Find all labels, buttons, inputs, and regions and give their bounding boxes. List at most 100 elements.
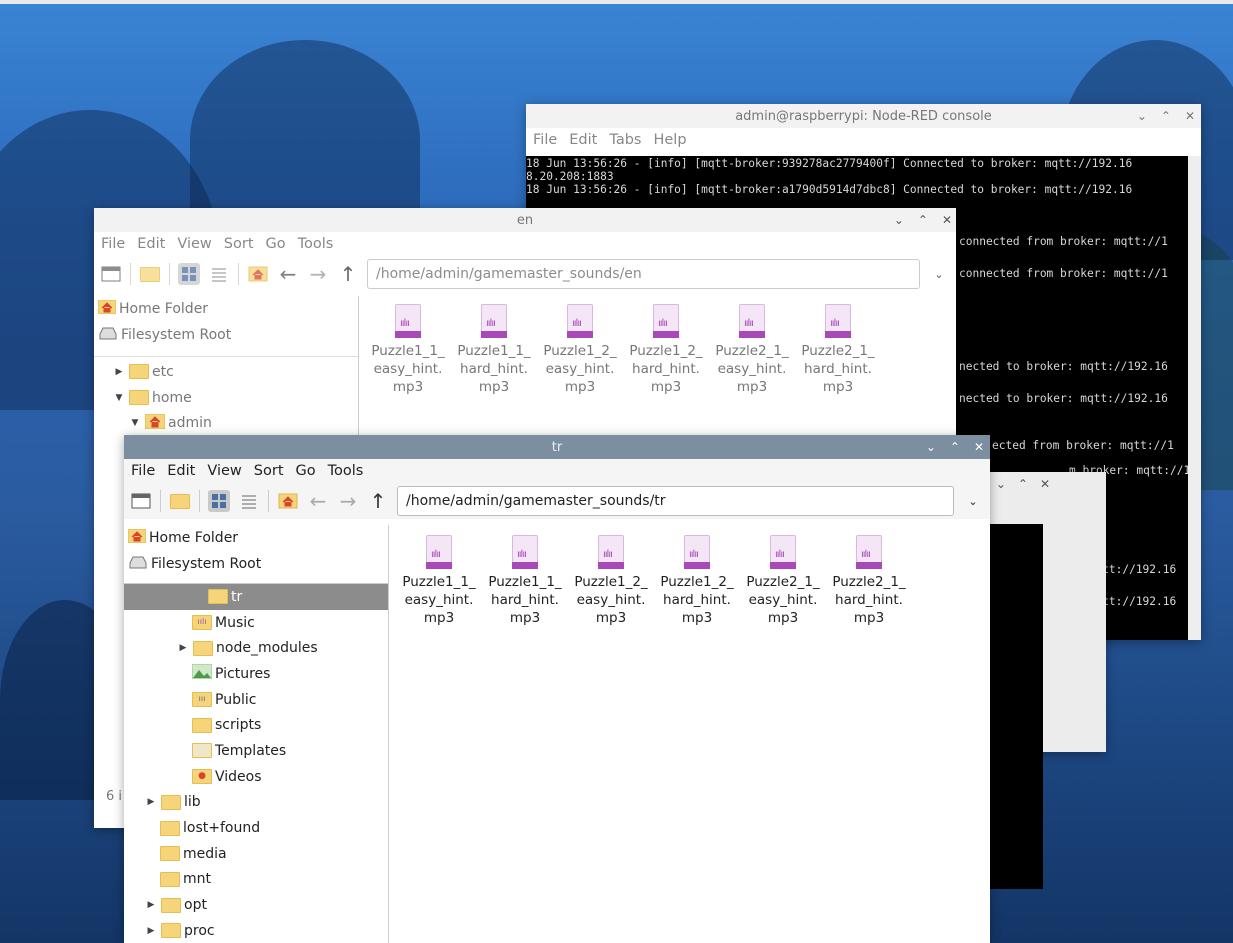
expand-arrow-icon[interactable]: ▶ <box>144 926 158 936</box>
expand-arrow-icon[interactable]: ▶ <box>112 367 126 377</box>
file-name-line: hard_hint. <box>835 592 903 608</box>
taskbar[interactable] <box>0 0 1233 4</box>
collapse-arrow-icon[interactable]: ▼ <box>112 393 126 403</box>
folder-icon <box>160 820 180 836</box>
place-home-folder[interactable]: Home Folder <box>94 296 358 322</box>
minimize-button[interactable]: ⌄ <box>926 440 936 454</box>
new-window-icon[interactable] <box>130 490 152 512</box>
place-home-folder[interactable]: Home Folder <box>124 525 388 551</box>
icon-view-icon[interactable] <box>178 263 200 285</box>
menu-file[interactable]: File <box>101 236 125 252</box>
en-titlebar[interactable]: en ⌄ ⌃ ✕ <box>94 208 956 232</box>
back-arrow-icon[interactable]: ← <box>277 262 299 286</box>
terminal-line: ected from broker: mqtt://1 <box>992 439 1174 452</box>
tree-item-lost-found[interactable]: lost+found <box>124 815 388 841</box>
tree-item-opt[interactable]: ▶ opt <box>124 892 388 918</box>
tr-address-bar[interactable]: /home/admin/gamemaster_sounds/tr <box>397 486 954 516</box>
file-item[interactable]: ıılıı Puzzle1_2_ easy_hint. mp3 <box>568 535 654 627</box>
tree-item-pictures[interactable]: Pictures <box>124 661 388 687</box>
terminal-scrollbar[interactable] <box>1188 156 1201 640</box>
background-window-terminal <box>988 524 1043 889</box>
list-view-icon[interactable] <box>208 263 230 285</box>
en-address-bar[interactable]: /home/admin/gamemaster_sounds/en <box>367 259 920 289</box>
menu-edit[interactable]: Edit <box>137 236 165 252</box>
file-item[interactable]: ıılıı Puzzle1_2_ hard_hint. mp3 <box>623 304 709 396</box>
chevron-down-icon[interactable]: ⌄ <box>928 263 950 285</box>
menu-view[interactable]: View <box>177 236 211 252</box>
maximize-button[interactable]: ⌃ <box>950 440 960 454</box>
collapse-arrow-icon[interactable]: ▼ <box>128 418 142 428</box>
minimize-button[interactable]: ⌄ <box>996 477 1006 491</box>
maximize-button[interactable]: ⌃ <box>1018 477 1028 491</box>
place-filesystem-root[interactable]: Filesystem Root <box>124 551 388 577</box>
menu-go[interactable]: Go <box>266 236 286 252</box>
tree-item-templates[interactable]: Templates <box>124 738 388 764</box>
tree-item-videos[interactable]: ● Videos <box>124 764 388 790</box>
menu-sort[interactable]: Sort <box>254 463 284 479</box>
tr-file-manager-window[interactable]: tr ⌄ ⌃ ✕ File Edit View Sort Go Tools ← … <box>124 435 990 943</box>
menu-view[interactable]: View <box>207 463 241 479</box>
file-item[interactable]: ıılıı Puzzle1_1_ easy_hint. mp3 <box>365 304 451 396</box>
minimize-button[interactable]: ⌄ <box>1137 109 1147 123</box>
tree-item-tr[interactable]: tr <box>124 584 388 610</box>
close-button[interactable]: ✕ <box>974 440 984 454</box>
menu-tabs[interactable]: Tabs <box>609 132 641 148</box>
file-item[interactable]: ıılıı Puzzle2_1_ easy_hint. mp3 <box>740 535 826 627</box>
minimize-button[interactable]: ⌄ <box>894 213 904 227</box>
tree-item-mnt[interactable]: mnt <box>124 867 388 893</box>
file-item[interactable]: ıılıı Puzzle2_1_ hard_hint. mp3 <box>826 535 912 627</box>
back-arrow-icon[interactable]: ← <box>307 489 329 513</box>
new-window-icon[interactable] <box>100 263 122 285</box>
tree-item-etc[interactable]: ▶ etc <box>94 359 358 385</box>
expand-arrow-icon[interactable]: ▶ <box>144 900 158 910</box>
menu-edit[interactable]: Edit <box>167 463 195 479</box>
menu-file[interactable]: File <box>533 132 557 148</box>
maximize-button[interactable]: ⌃ <box>1161 109 1171 123</box>
close-button[interactable]: ✕ <box>1185 109 1195 123</box>
tree-item-admin[interactable]: ▼ admin <box>94 410 358 436</box>
up-arrow-icon[interactable]: ↑ <box>337 262 359 286</box>
tr-titlebar[interactable]: tr ⌄ ⌃ ✕ <box>124 435 990 459</box>
home-icon[interactable] <box>277 490 299 512</box>
forward-arrow-icon[interactable]: → <box>337 489 359 513</box>
home-icon[interactable] <box>247 263 269 285</box>
file-item[interactable]: ıılıı Puzzle1_1_ easy_hint. mp3 <box>396 535 482 627</box>
place-filesystem-root[interactable]: Filesystem Root <box>94 322 358 348</box>
menu-edit[interactable]: Edit <box>569 132 597 148</box>
tree-item-scripts[interactable]: scripts <box>124 712 388 738</box>
up-arrow-icon[interactable]: ↑ <box>367 489 389 513</box>
new-folder-icon[interactable] <box>169 490 191 512</box>
tree-item-node-modules[interactable]: ▶ node_modules <box>124 635 388 661</box>
file-item[interactable]: ıılıı Puzzle2_1_ easy_hint. mp3 <box>709 304 795 396</box>
file-item[interactable]: ıılıı Puzzle1_2_ easy_hint. mp3 <box>537 304 623 396</box>
tree-item-home[interactable]: ▼ home <box>94 385 358 411</box>
forward-arrow-icon[interactable]: → <box>307 262 329 286</box>
file-item[interactable]: ıılıı Puzzle1_1_ hard_hint. mp3 <box>482 535 568 627</box>
tree-item-media[interactable]: media <box>124 841 388 867</box>
tree-item-proc[interactable]: ▶ proc <box>124 918 388 943</box>
tree-item-lib[interactable]: ▶ lib <box>124 790 388 816</box>
menu-go[interactable]: Go <box>296 463 316 479</box>
close-button[interactable]: ✕ <box>942 213 952 227</box>
chevron-down-icon[interactable]: ⌄ <box>962 490 984 512</box>
file-item[interactable]: ıılıı Puzzle1_2_ hard_hint. mp3 <box>654 535 740 627</box>
file-item[interactable]: ıılıı Puzzle2_1_ hard_hint. mp3 <box>795 304 881 396</box>
close-button[interactable]: ✕ <box>1040 477 1050 491</box>
menu-sort[interactable]: Sort <box>224 236 254 252</box>
icon-view-icon[interactable] <box>208 490 230 512</box>
tree-item-music[interactable]: ıılı Music <box>124 610 388 636</box>
tr-file-view[interactable]: ıılıı Puzzle1_1_ easy_hint. mp3 ıılıı Puzzle… <box>390 525 990 943</box>
new-folder-icon[interactable] <box>139 263 161 285</box>
menu-file[interactable]: File <box>131 463 155 479</box>
background-window[interactable]: ⌄ ⌃ ✕ <box>988 472 1106 889</box>
list-view-icon[interactable] <box>238 490 260 512</box>
menu-tools[interactable]: Tools <box>328 463 364 479</box>
maximize-button[interactable]: ⌃ <box>918 213 928 227</box>
terminal-titlebar[interactable]: admin@raspberrypi: Node-RED console ⌄ ⌃ … <box>526 104 1201 128</box>
tree-item-public[interactable]: ııı Public <box>124 687 388 713</box>
expand-arrow-icon[interactable]: ▶ <box>176 643 190 653</box>
file-item[interactable]: ıılıı Puzzle1_1_ hard_hint. mp3 <box>451 304 537 396</box>
menu-tools[interactable]: Tools <box>298 236 334 252</box>
expand-arrow-icon[interactable]: ▶ <box>144 797 158 807</box>
menu-help[interactable]: Help <box>653 132 686 148</box>
